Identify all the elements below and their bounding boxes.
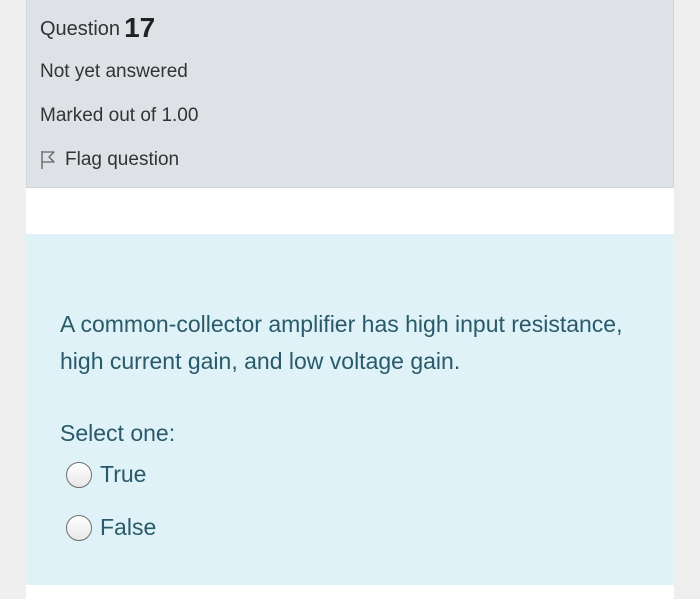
page-background — [0, 0, 26, 599]
answer-option-true[interactable]: True — [66, 461, 146, 488]
answer-option-false[interactable]: False — [66, 514, 156, 541]
question-label: Question — [40, 18, 121, 40]
answer-option-label: False — [100, 514, 157, 540]
panel-separator — [26, 188, 674, 234]
flag-outline-icon — [41, 151, 55, 169]
question-content-panel: A common-collector amplifier has high in… — [26, 234, 674, 585]
question-title: Question 17 — [40, 12, 155, 44]
question-grade: Marked out of 1.00 — [40, 105, 199, 126]
question-info-panel: Question 17 Not yet answered Marked out o… — [26, 0, 674, 188]
radio-unchecked-icon[interactable] — [66, 461, 92, 488]
question-state: Not yet answered — [40, 61, 188, 82]
select-one-prompt: Select one: — [60, 420, 176, 446]
page-bottom-margin — [26, 585, 674, 599]
radio-unchecked-icon[interactable] — [66, 514, 92, 541]
flag-question-link[interactable]: Flag question — [40, 149, 179, 171]
answer-option-label: True — [100, 461, 147, 487]
question-number: 17 — [124, 12, 156, 43]
question-text: A common-collector amplifier has high in… — [60, 311, 623, 374]
flag-question-label: Flag question — [65, 149, 180, 170]
